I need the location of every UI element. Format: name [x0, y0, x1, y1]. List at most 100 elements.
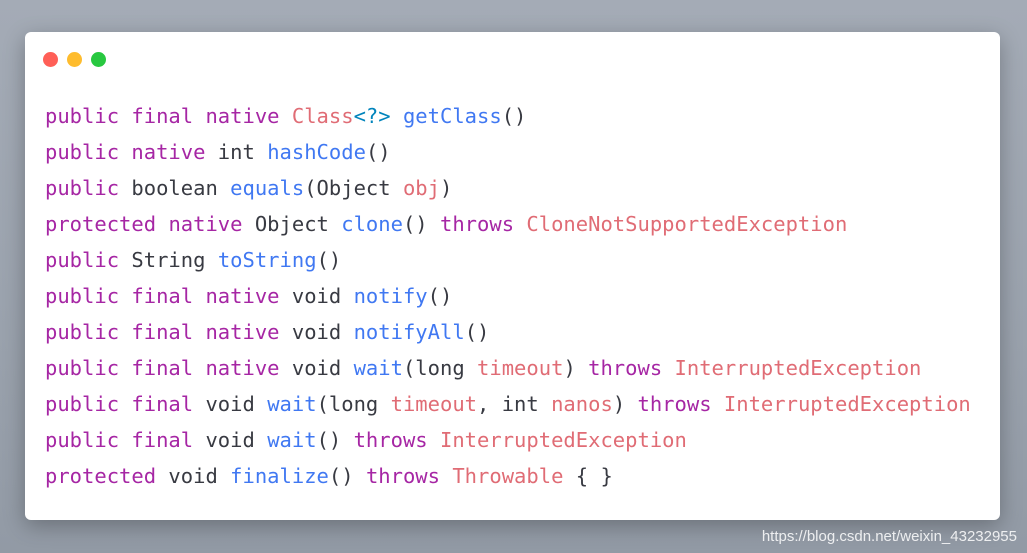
- code-token-punct: (): [427, 284, 453, 308]
- code-token-plain: String: [119, 248, 218, 272]
- code-token-type: Throwable: [452, 464, 564, 488]
- code-token-param: nanos: [551, 392, 613, 416]
- code-line: public final native Class<?> getClass(): [45, 98, 1000, 134]
- code-line: public String toString(): [45, 242, 1000, 278]
- code-line: public final native void notifyAll(): [45, 314, 1000, 350]
- code-token-keyword: final: [131, 320, 194, 344]
- code-token-method: hashCode: [267, 140, 366, 164]
- code-token-type: InterruptedException: [674, 356, 922, 380]
- code-line: public final native void wait(long timeo…: [45, 350, 1000, 386]
- code-token-punct: (): [365, 140, 391, 164]
- code-token-punct: (): [464, 320, 490, 344]
- code-token-keyword: native: [205, 356, 280, 380]
- code-token-plain: void: [279, 356, 354, 380]
- code-token-keyword: native: [205, 284, 280, 308]
- code-token-param: timeout: [390, 392, 478, 416]
- code-token-keyword: native: [131, 140, 206, 164]
- code-line: public boolean equals(Object obj): [45, 170, 1000, 206]
- code-token-keyword: native: [205, 320, 280, 344]
- code-token-generic: <?>: [353, 104, 391, 128]
- code-token-keyword: throws: [440, 212, 515, 236]
- code-token-punct: (): [402, 212, 440, 236]
- code-token-keyword: public: [45, 356, 120, 380]
- code-token-keyword: native: [205, 104, 280, 128]
- code-token-keyword: final: [131, 356, 194, 380]
- code-token-keyword: public: [45, 320, 120, 344]
- window-controls: [43, 52, 106, 67]
- code-token-plain: Object: [242, 212, 342, 236]
- code-token-plain: void: [279, 284, 354, 308]
- code-token-keyword: throws: [353, 428, 428, 452]
- code-token-keyword: public: [45, 428, 120, 452]
- code-token-keyword: final: [131, 284, 194, 308]
- code-line: protected void finalize() throws Throwab…: [45, 458, 1000, 494]
- code-window: public final native Class<?> getClass() p…: [25, 32, 1000, 520]
- code-token-method: finalize: [230, 464, 329, 488]
- code-token-method: clone: [341, 212, 403, 236]
- code-token-keyword: public: [45, 104, 120, 128]
- code-line: public final void wait(long timeout, int…: [45, 386, 1000, 422]
- code-token-method: notifyAll: [353, 320, 465, 344]
- code-token-punct: (Object: [304, 176, 403, 200]
- code-token-keyword: final: [131, 392, 194, 416]
- code-line: protected native Object clone() throws C…: [45, 206, 1000, 242]
- code-token-keyword: final: [131, 428, 194, 452]
- code-token-keyword: protected: [45, 212, 157, 236]
- code-token-keyword: final: [131, 104, 194, 128]
- code-token-punct: ): [563, 356, 589, 380]
- code-token-method: wait: [267, 392, 317, 416]
- minimize-control-icon[interactable]: [67, 52, 82, 67]
- code-token-keyword: public: [45, 248, 120, 272]
- code-token-method: equals: [230, 176, 305, 200]
- code-token-punct: ): [612, 392, 638, 416]
- maximize-control-icon[interactable]: [91, 52, 106, 67]
- code-token-method: notify: [353, 284, 428, 308]
- code-token-method: wait: [267, 428, 317, 452]
- code-token-punct: (long: [316, 392, 391, 416]
- code-line: public native int hashCode(): [45, 134, 1000, 170]
- code-token-plain: void: [156, 464, 231, 488]
- code-token-keyword: native: [168, 212, 243, 236]
- code-token-keyword: public: [45, 284, 120, 308]
- code-token-punct: (long: [402, 356, 478, 380]
- code-token-punct: (): [501, 104, 527, 128]
- code-token-punct: (): [328, 464, 366, 488]
- code-token-plain: void: [193, 428, 268, 452]
- code-token-keyword: public: [45, 176, 120, 200]
- code-token-punct: , int: [477, 392, 552, 416]
- code-token-param: timeout: [477, 356, 564, 380]
- code-token-punct: { }: [563, 464, 613, 488]
- code-token-plain: void: [279, 320, 354, 344]
- code-token-type: InterruptedException: [723, 392, 971, 416]
- code-token-punct: (): [316, 248, 342, 272]
- code-token-param: obj: [402, 176, 440, 200]
- code-line: public final native void notify(): [45, 278, 1000, 314]
- code-token-plain: boolean: [119, 176, 231, 200]
- code-token-method: wait: [353, 356, 403, 380]
- code-token-keyword: throws: [637, 392, 712, 416]
- code-token-keyword: throws: [365, 464, 440, 488]
- code-token-punct: ): [440, 176, 453, 200]
- close-control-icon[interactable]: [43, 52, 58, 67]
- code-token-type: Class: [291, 104, 354, 128]
- code-token-punct: (): [316, 428, 354, 452]
- code-token-method: toString: [217, 248, 317, 272]
- code-token-plain: int: [205, 140, 268, 164]
- code-token-type: CloneNotSupportedException: [526, 212, 848, 236]
